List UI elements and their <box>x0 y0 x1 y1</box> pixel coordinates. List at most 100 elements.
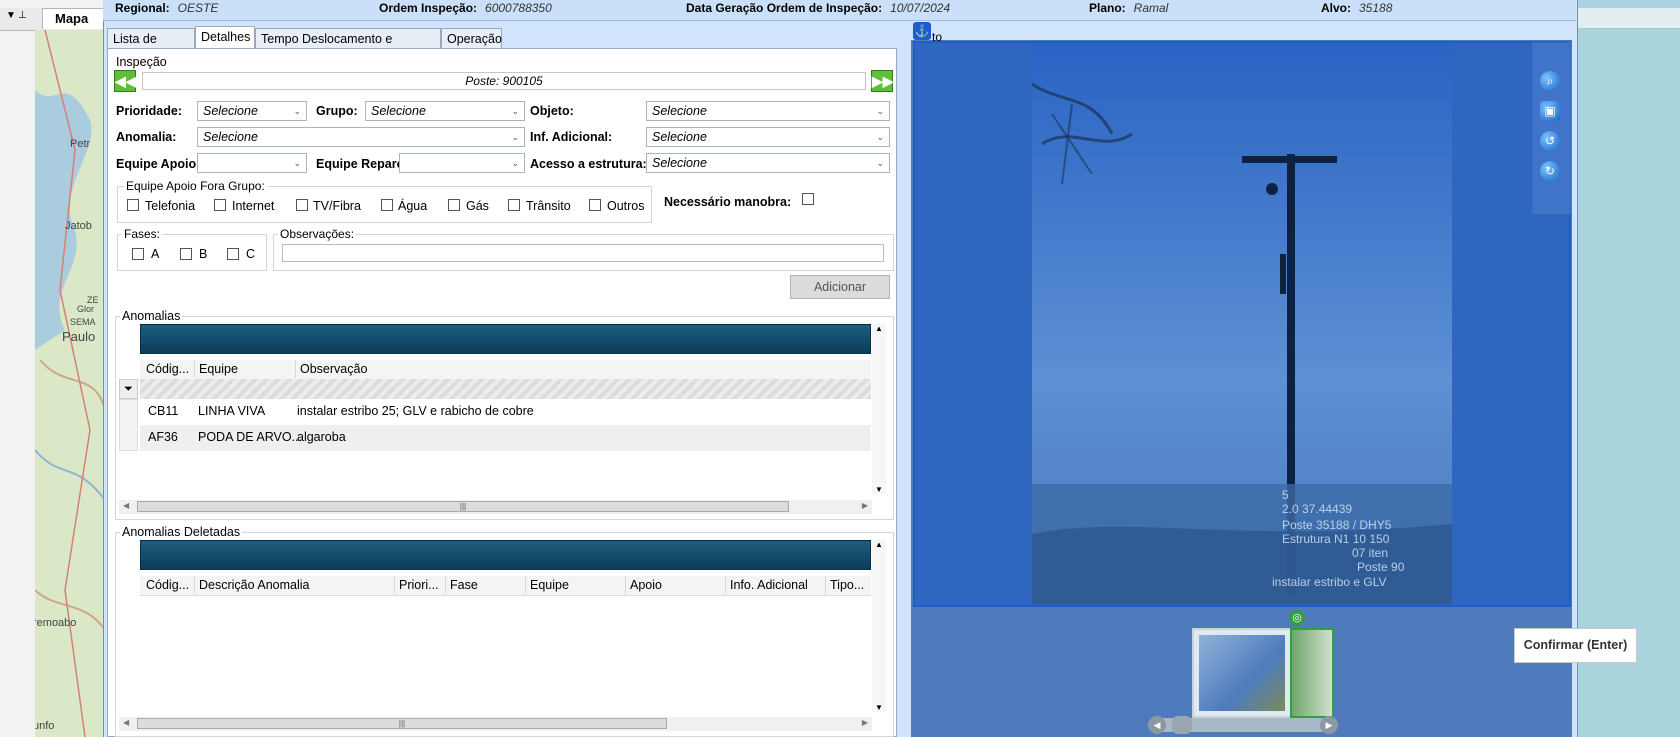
grupo-label: Grupo: <box>316 104 358 118</box>
observacoes-input[interactable] <box>282 244 884 262</box>
observacoes-label: Observações: <box>278 227 357 241</box>
anomalia-label: Anomalia: <box>116 130 177 144</box>
fase-b-checkbox[interactable] <box>180 248 192 260</box>
anchor-icon[interactable]: ⚓ <box>913 22 931 40</box>
equipe-apoio-label: Equipe Apoio: <box>116 157 201 171</box>
outros-label: Outros <box>607 199 645 213</box>
regional-field: Regional: OESTE <box>115 1 219 15</box>
column-tipo[interactable]: Tipo... <box>826 576 871 594</box>
column-apoio[interactable]: Apoio <box>626 576 726 594</box>
dropdown-icon[interactable]: ▼ <box>6 10 16 21</box>
column-observacao[interactable]: Observação <box>296 360 871 378</box>
cell-equipe: LINHA VIVA <box>198 404 266 418</box>
zoom-icon[interactable]: ⌕ <box>1540 71 1560 91</box>
thumbnail-selected[interactable] <box>1290 628 1334 718</box>
pin-icon[interactable]: ⊥ <box>18 10 27 21</box>
column-codigo[interactable]: Códig... <box>142 576 195 594</box>
scroll-left-icon[interactable]: ◀ <box>123 501 129 510</box>
scroll-down-icon[interactable]: ▼ <box>875 703 883 712</box>
map-label: SEMA <box>70 317 96 327</box>
column-fase[interactable]: Fase <box>446 576 526 594</box>
prioridade-select[interactable]: Selecione ⌄ <box>197 101 307 121</box>
thumbnail-strip[interactable]: ◎ <box>1192 610 1342 720</box>
agua-checkbox[interactable] <box>381 199 393 211</box>
column-info-adicional[interactable]: Info. Adicional <box>726 576 826 594</box>
filter-icon[interactable]: ⏷ <box>119 379 138 399</box>
photo-image[interactable]: 5 2.0 37.44439 Poste 35188 / DHY5 Estrut… <box>1032 44 1452 604</box>
chevron-down-icon: ⌄ <box>511 106 519 116</box>
table-row[interactable]: CB11 LINHA VIVA instalar estribo 25; GLV… <box>140 399 871 425</box>
map-label: remoabo <box>35 617 77 629</box>
deletadas-group-panel <box>140 540 871 570</box>
scroll-right-icon[interactable]: ▶ <box>862 501 868 510</box>
internet-checkbox[interactable] <box>214 199 226 211</box>
photo-overlay-text: 2.0 37.44439 <box>1282 502 1353 516</box>
anomalias-vertical-scrollbar[interactable]: ▲ ▼ <box>872 324 886 494</box>
thumbnail-scrollbar[interactable]: ◀ ▶ <box>1148 716 1338 734</box>
scroll-up-icon[interactable]: ▲ <box>875 324 883 333</box>
map-canvas <box>35 30 105 737</box>
manobra-label: Necessário manobra: <box>664 195 792 209</box>
scrollbar-thumb[interactable]: ||| <box>137 718 667 729</box>
photo-overlay-text: Estrutura N1 10 150 <box>1282 532 1390 546</box>
objeto-select[interactable]: Selecione ⌄ <box>646 101 890 121</box>
column-equipe[interactable]: Equipe <box>526 576 626 594</box>
tab-tempo-deslocamento[interactable]: Tempo Deslocamento e Inspeção <box>255 28 441 66</box>
tab-mapa[interactable]: Mapa <box>42 8 104 29</box>
tab-lista-postes[interactable]: Lista de Postes <box>107 28 195 66</box>
transito-checkbox[interactable] <box>508 199 520 211</box>
rotate-left-icon[interactable]: ↺ <box>1540 131 1560 151</box>
column-prioridade[interactable]: Priori... <box>395 576 446 594</box>
photo-toolbar <box>1532 42 1571 214</box>
chevron-down-icon: ⌄ <box>511 132 519 142</box>
scrollbar-thumb[interactable]: ||| <box>137 501 789 512</box>
scroll-left-icon[interactable]: ◀ <box>123 718 129 727</box>
tv-fibra-checkbox[interactable] <box>296 199 308 211</box>
map-view[interactable]: Petr Jatob ZE Glor SEMA Paulo remoabo un… <box>35 30 105 737</box>
column-descricao[interactable]: Descrição Anomalia <box>195 576 395 594</box>
objeto-label: Objeto: <box>530 104 574 118</box>
photo-overlay-text: instalar estribo e GLV <box>1272 575 1387 589</box>
adicionar-button[interactable]: Adicionar <box>790 275 890 299</box>
acesso-select[interactable]: Selecione ⌄ <box>646 153 890 173</box>
tab-operacao[interactable]: Operação <box>441 28 502 48</box>
fit-icon[interactable]: ▣ <box>1540 101 1560 121</box>
scroll-left-icon[interactable]: ◀ <box>1148 716 1166 734</box>
rotate-right-icon[interactable]: ↻ <box>1540 161 1560 181</box>
filter-row[interactable] <box>140 379 871 399</box>
previous-poste-button[interactable]: ◀◀ <box>114 70 137 92</box>
photo-label: to <box>932 30 943 44</box>
telefonia-checkbox[interactable] <box>127 199 139 211</box>
next-poste-button[interactable]: ▶▶ <box>871 70 894 92</box>
alvo-field: Alvo: 35188 <box>1321 1 1393 15</box>
anomalia-select[interactable]: Selecione ⌄ <box>197 127 525 147</box>
equipe-reparo-select[interactable]: ⌄ <box>399 153 525 173</box>
gas-checkbox[interactable] <box>448 199 460 211</box>
thumbnail[interactable] <box>1192 628 1292 718</box>
fase-c-checkbox[interactable] <box>227 248 239 260</box>
prioridade-label: Prioridade: <box>116 104 182 118</box>
tab-detalhes[interactable]: Detalhes <box>195 26 255 49</box>
outros-checkbox[interactable] <box>589 199 601 211</box>
anomalias-horizontal-scrollbar[interactable]: ◀ ||| ▶ <box>119 500 872 514</box>
table-row[interactable]: AF36 PODA DE ARVO... algaroba <box>140 425 871 451</box>
grupo-select[interactable]: Selecione ⌄ <box>365 101 525 121</box>
scroll-down-icon[interactable]: ▼ <box>875 485 883 494</box>
target-icon: ◎ <box>1289 610 1305 626</box>
confirm-button[interactable]: Confirmar (Enter) <box>1514 628 1637 663</box>
scroll-right-icon[interactable]: ▶ <box>1320 716 1338 734</box>
chevron-down-icon: ⌄ <box>293 158 301 168</box>
inf-adicional-select[interactable]: Selecione ⌄ <box>646 127 890 147</box>
telefonia-label: Telefonia <box>145 199 196 213</box>
manobra-checkbox[interactable] <box>802 193 814 205</box>
column-equipe[interactable]: Equipe <box>195 360 296 378</box>
deletadas-vertical-scrollbar[interactable]: ▲ ▼ <box>872 540 886 712</box>
background-toolbar: ▼ ⊥ Mapa <box>0 8 105 31</box>
equipe-apoio-select[interactable]: ⌄ <box>197 153 307 173</box>
scroll-up-icon[interactable]: ▲ <box>875 540 883 549</box>
deletadas-horizontal-scrollbar[interactable]: ◀ ||| ▶ <box>119 717 872 731</box>
scroll-right-icon[interactable]: ▶ <box>862 718 868 727</box>
scrollbar-thumb[interactable] <box>1172 716 1192 734</box>
fase-a-checkbox[interactable] <box>132 248 144 260</box>
column-codigo[interactable]: Códig... <box>142 360 195 378</box>
